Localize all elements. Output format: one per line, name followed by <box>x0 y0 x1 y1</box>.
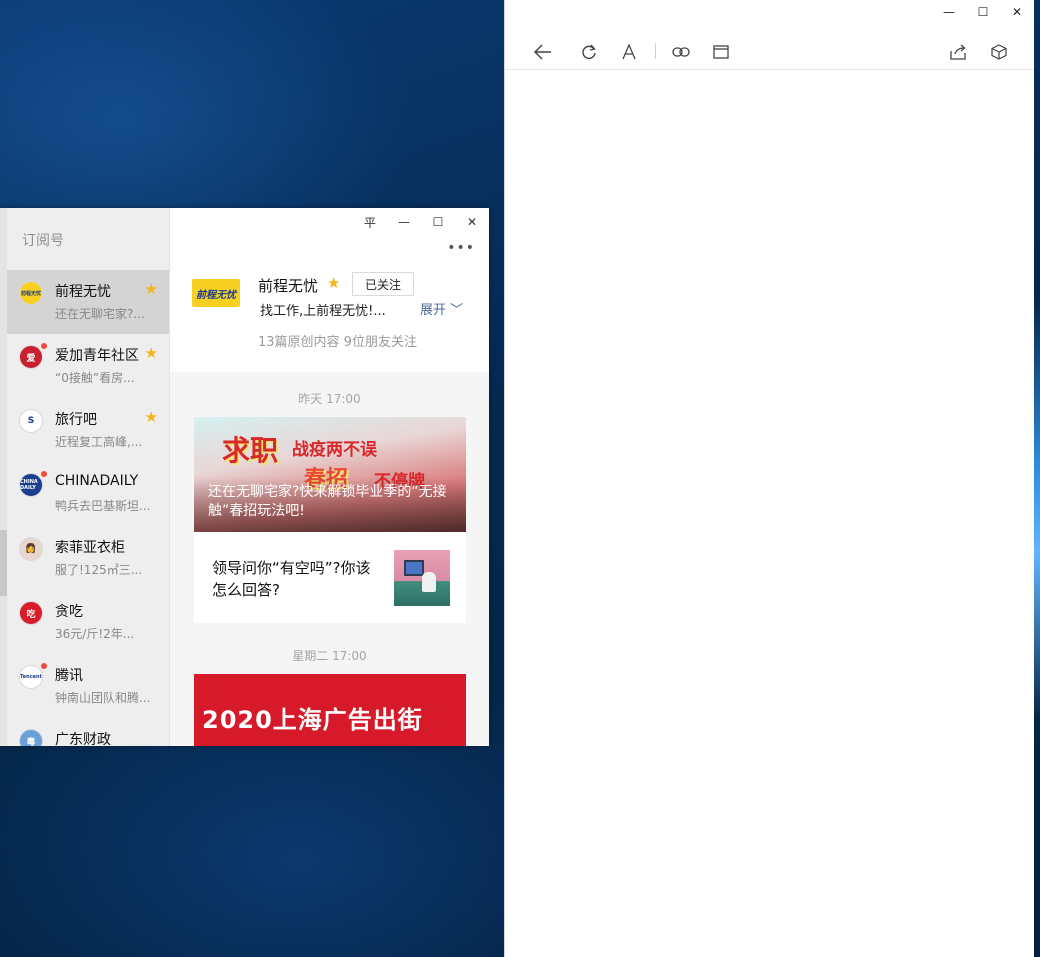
cover-title-text: 求职 <box>222 434 279 467</box>
reader-window-controls: — ☐ ✕ <box>932 0 1034 24</box>
sidebar-item-account[interactable]: Tencent 腾讯钟南山团队和腾... <box>7 654 169 718</box>
sidebar-item-account[interactable]: 前程无忧 前程无忧 还在无聊宅家?... ★ <box>7 270 169 334</box>
sidebar-scroll-track <box>0 208 7 746</box>
avatar: Tencent <box>19 665 43 689</box>
expand-link[interactable]: 展开 ﹀ <box>420 299 463 318</box>
post-cover-image[interactable]: 2020上海广告出街 <box>194 674 466 746</box>
font-size-icon[interactable] <box>617 40 641 64</box>
avatar: S <box>19 409 43 433</box>
account-name: 前程无忧 <box>55 284 111 300</box>
unread-dot <box>41 663 47 669</box>
avatar: 爱 <box>19 345 43 369</box>
more-options-icon[interactable]: ••• <box>447 240 475 256</box>
chevron-down-icon: ﹀ <box>446 303 464 318</box>
cube-icon[interactable] <box>987 40 1011 64</box>
follow-button[interactable]: 已关注 <box>352 272 414 296</box>
reader-toolbar <box>505 34 1034 70</box>
wechat-subscriptions-window: 订阅号 前程无忧 前程无忧 还在无聊宅家?... ★ 爱爱加青年社区 “0接触”看房...… <box>0 208 489 746</box>
account-name: 腾讯 <box>55 668 83 684</box>
sidebar-scrollbar[interactable] <box>0 530 7 596</box>
avatar: 粤 <box>19 729 43 746</box>
avatar: CHINA DAILY <box>19 473 43 497</box>
close-button[interactable]: ✕ <box>1000 0 1034 24</box>
sidebar-title: 订阅号 <box>22 233 64 249</box>
account-preview: 钟南山团队和腾... <box>55 691 151 705</box>
account-preview: 鸭兵去巴基斯坦... <box>55 499 151 513</box>
post-time: 昨天 17:00 <box>298 392 361 406</box>
post-card[interactable]: 求职 战疫两不误 春招 不停牌 还在无聊宅家?快来解锁毕业季的“无接触”春招玩法… <box>194 417 466 623</box>
star-icon: ★ <box>144 280 158 298</box>
account-preview: “0接触”看房... <box>55 371 135 385</box>
window-icon[interactable] <box>709 40 733 64</box>
maximize-button[interactable]: ☐ <box>966 0 1000 24</box>
unread-dot <box>41 343 47 349</box>
back-arrow-icon[interactable] <box>531 40 555 64</box>
profile-header: 平 — ☐ ✕ ••• 前程无忧 前程无忧 ★ 已关注 找工作,上前程无忧!..… <box>170 208 489 372</box>
toolbar-divider <box>655 43 656 59</box>
refresh-icon[interactable] <box>577 40 601 64</box>
reader-window: — ☐ ✕ <box>504 0 1034 957</box>
sidebar-item-account[interactable]: 爱爱加青年社区 “0接触”看房... ★ <box>7 334 169 398</box>
profile-stats: 13篇原创内容 9位朋友关注 <box>258 335 417 350</box>
maximize-button[interactable]: ☐ <box>421 212 455 232</box>
account-name: 广东财政 <box>55 732 111 746</box>
post-sub-article[interactable]: 领导问你“有空吗”?你该怎么回答? <box>194 532 466 623</box>
minimize-button[interactable]: — <box>387 212 421 232</box>
sidebar-item-account[interactable]: 吃贪吃 36元/斤!2年... <box>7 590 169 654</box>
avatar: 前程无忧 <box>19 281 43 305</box>
sub-article-thumbnail <box>394 550 450 606</box>
account-name: 旅行吧 <box>55 412 97 428</box>
sidebar-item-account[interactable]: S 旅行吧近程复工高峰,... ★ <box>7 398 169 462</box>
profile-name: 前程无忧 <box>258 277 319 295</box>
post-time: 星期二 17:00 <box>292 649 367 663</box>
star-icon: ★ <box>144 408 158 426</box>
pin-button[interactable]: 平 <box>353 212 387 232</box>
account-preview: 近程复工高峰,... <box>55 435 143 449</box>
account-name: 索菲亚衣柜 <box>55 540 125 556</box>
account-preview: 36元/斤!2年... <box>55 627 135 641</box>
profile-description: 找工作,上前程无忧!... <box>260 304 386 319</box>
account-name: 贪吃 <box>55 604 83 620</box>
expand-label: 展开 <box>420 303 447 318</box>
sidebar-item-account[interactable]: CHINA DAILY CHINADAILY 鸭兵去巴基斯坦... <box>7 462 169 526</box>
share-icon[interactable] <box>946 40 970 64</box>
star-icon: ★ <box>144 344 158 362</box>
account-detail-panel: 平 — ☐ ✕ ••• 前程无忧 前程无忧 ★ 已关注 找工作,上前程无忧!..… <box>170 208 489 746</box>
wechat-window-controls: 平 — ☐ ✕ <box>353 212 489 232</box>
avatar: 👩 <box>19 537 43 561</box>
star-icon[interactable]: ★ <box>327 274 340 292</box>
unread-dot <box>41 471 47 477</box>
profile-logo: 前程无忧 <box>192 279 240 307</box>
avatar: 吃 <box>19 601 43 625</box>
minimize-button[interactable]: — <box>932 0 966 24</box>
close-button[interactable]: ✕ <box>455 212 489 232</box>
account-preview: 服了!125㎡三... <box>55 563 143 577</box>
sidebar-item-account[interactable]: 粤广东财政 <box>7 718 169 746</box>
link-icon[interactable] <box>669 40 693 64</box>
subscription-sidebar: 订阅号 前程无忧 前程无忧 还在无聊宅家?... ★ 爱爱加青年社区 “0接触”看房...… <box>0 208 170 746</box>
post-cover-caption: 还在无聊宅家?快来解锁毕业季的“无接触”春招玩法吧! <box>208 484 447 519</box>
account-name: CHINADAILY <box>55 473 139 489</box>
account-preview: 还在无聊宅家?... <box>55 307 145 321</box>
post-cover-image[interactable]: 求职 战疫两不误 春招 不停牌 还在无聊宅家?快来解锁毕业季的“无接触”春招玩法… <box>194 417 466 532</box>
sidebar-item-account[interactable]: 👩 索菲亚衣柜服了!125㎡三... <box>7 526 169 590</box>
cover-title-text: 战疫两不误 <box>292 440 377 460</box>
account-name: 爱加青年社区 <box>55 348 139 364</box>
sub-article-title: 领导问你“有空吗”?你该怎么回答? <box>212 559 371 599</box>
cover-title-text: 2020上海广告出街 <box>202 706 423 734</box>
